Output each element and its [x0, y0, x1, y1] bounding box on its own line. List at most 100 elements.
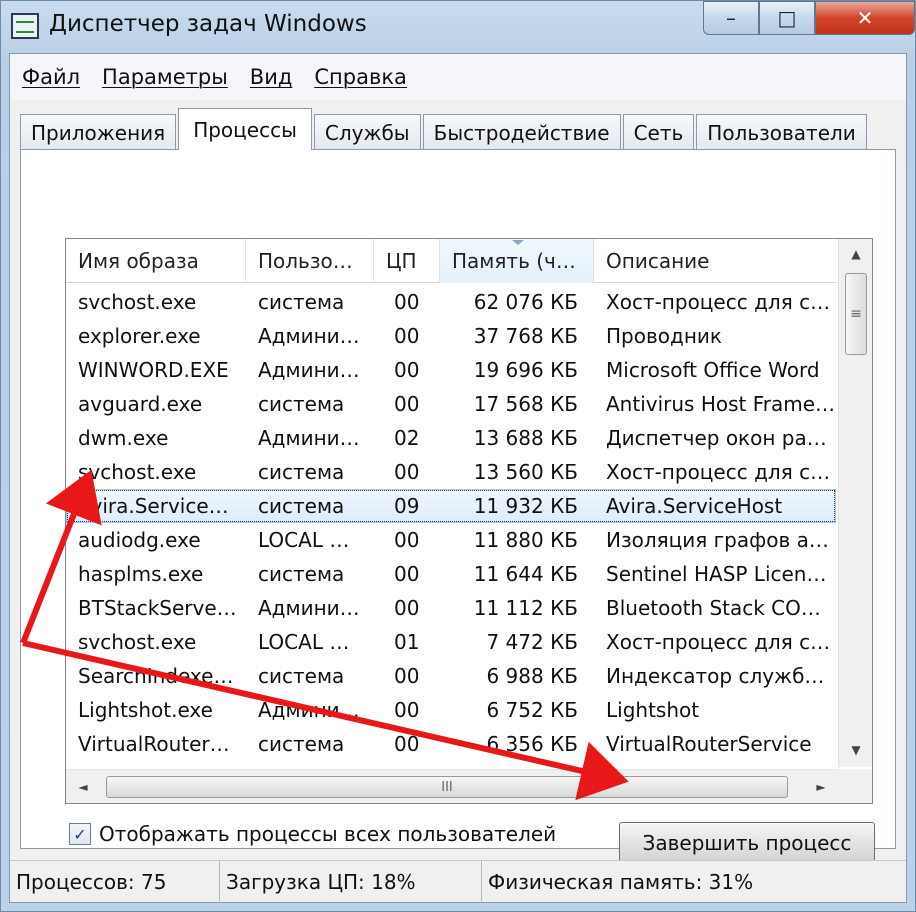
scroll-left-button[interactable]: ◄	[66, 772, 100, 802]
tab-performance[interactable]: Быстродействие	[422, 114, 621, 150]
minimize-icon: –	[726, 6, 736, 30]
horizontal-scroll-thumb[interactable]: III	[106, 776, 788, 798]
column-header-memory[interactable]: Память (ч…	[440, 239, 594, 283]
table-row[interactable]: hasplms.exe система 00 11 644 КБ Sentinel HA…	[66, 557, 836, 591]
column-header-cpu[interactable]: ЦП	[374, 239, 440, 283]
cell-image-name: WINWORD.EXE	[78, 358, 229, 382]
cell-description: Lightshot	[606, 698, 700, 722]
cell-user: система	[258, 460, 345, 484]
cell-user: LOCAL …	[258, 630, 350, 654]
status-cpu-usage: Загрузка ЦП: 18%	[220, 861, 482, 903]
cell-cpu: 00	[394, 698, 420, 722]
column-header-user[interactable]: Пользо…	[246, 239, 374, 283]
cell-user: Админи…	[258, 358, 360, 382]
table-row[interactable]: WINWORD.EXE Админи… 00 19 696 КБ Microsoft O…	[66, 353, 836, 387]
cell-cpu: 00	[394, 460, 420, 484]
minimize-button[interactable]: –	[703, 1, 759, 35]
cell-image-name: svchost.exe	[78, 290, 197, 314]
scroll-right-button[interactable]: ►	[804, 772, 838, 802]
table-row[interactable]: Lightshot.exe Админи… 00 6 752 КБ Lightshot	[66, 693, 836, 727]
vertical-scrollbar[interactable]: ▲ ≡ ▼	[838, 239, 872, 767]
task-manager-app-icon	[11, 13, 39, 39]
table-row[interactable]: SearchIndexe… система 00 6 988 КБ Индексатор…	[66, 659, 836, 693]
cell-user: система	[258, 562, 345, 586]
table-row[interactable]: svchost.exe система 00 62 076 КБ Хост-процес…	[66, 285, 836, 319]
cell-user: система	[258, 392, 345, 416]
caption-buttons: – □ ✕	[703, 1, 915, 35]
cell-description: Хост-процесс для с…	[606, 630, 831, 654]
horizontal-scrollbar[interactable]: ◄ III ►	[66, 769, 838, 803]
column-header-description[interactable]: Описание	[594, 239, 836, 283]
cell-cpu: 09	[394, 494, 420, 518]
title-bar[interactable]: Диспетчер задач Windows – □ ✕	[1, 1, 915, 53]
show-all-users-checkbox[interactable]: ✓	[69, 823, 91, 845]
cell-memory: 11 644 КБ	[473, 562, 578, 586]
cell-cpu: 02	[394, 426, 420, 450]
cell-memory: 13 688 КБ	[473, 426, 578, 450]
show-all-users-label: Отображать процессы всех пользователей	[99, 822, 557, 846]
cell-memory: 6 356 КБ	[486, 732, 578, 756]
cell-memory: 11 932 КБ	[473, 494, 578, 518]
cell-image-name: VirtualRouter…	[78, 732, 230, 756]
cell-image-name: BTStackServe…	[78, 596, 237, 620]
vertical-scroll-thumb[interactable]: ≡	[845, 273, 867, 355]
table-row-selected[interactable]: Avira.Service… система 09 11 932 КБ Avira.Se…	[66, 489, 836, 523]
column-header-image-name[interactable]: Имя образа	[66, 239, 246, 283]
maximize-button[interactable]: □	[759, 1, 815, 35]
tab-network[interactable]: Сеть	[622, 114, 695, 150]
menu-help[interactable]: Справка	[312, 65, 421, 89]
close-button[interactable]: ✕	[815, 1, 915, 35]
tab-services[interactable]: Службы	[313, 114, 421, 150]
table-row[interactable]: BTStackServe… Админи… 00 11 112 КБ Bluetooth…	[66, 591, 836, 625]
cell-description: Проводник	[606, 324, 722, 348]
process-list[interactable]: Имя образа Пользо… ЦП Память (ч… Описани…	[65, 238, 873, 804]
cell-user: Админи…	[258, 426, 360, 450]
cell-cpu: 00	[394, 562, 420, 586]
table-row[interactable]: svchost.exe LOCAL … 01 7 472 КБ Хост-процесс…	[66, 625, 836, 659]
show-all-users-option[interactable]: ✓ Отображать процессы всех пользователей	[69, 822, 556, 846]
cell-cpu: 00	[394, 732, 420, 756]
cell-description: Хост-процесс для с…	[606, 290, 831, 314]
table-row[interactable]: VirtualRouter… система 00 6 356 КБ VirtualRo…	[66, 727, 836, 761]
menu-options[interactable]: Параметры	[100, 65, 242, 89]
menu-view[interactable]: Вид	[248, 65, 307, 89]
cell-cpu: 00	[394, 392, 420, 416]
cell-user: Админи…	[258, 596, 360, 620]
grip-icon: III	[441, 779, 453, 795]
tab-processes[interactable]: Процессы	[178, 108, 312, 150]
cell-memory: 62 076 КБ	[473, 290, 578, 314]
cell-cpu: 01	[394, 630, 420, 654]
cell-image-name: avguard.exe	[78, 392, 203, 416]
menu-file[interactable]: Файл	[20, 65, 94, 89]
table-row[interactable]: dwm.exe Админи… 02 13 688 КБ Диспетчер окон …	[66, 421, 836, 455]
cell-memory: 17 568 КБ	[473, 392, 578, 416]
tab-users[interactable]: Пользователи	[696, 114, 867, 150]
table-row[interactable]: avguard.exe система 00 17 568 КБ Antivirus H…	[66, 387, 836, 421]
table-row[interactable]: svchost.exe система 00 13 560 КБ Хост-процес…	[66, 455, 836, 489]
cell-description: Хост-процесс для с…	[606, 460, 831, 484]
table-row[interactable]: audiodg.exe LOCAL … 00 11 880 КБ Изоляция гр…	[66, 523, 836, 557]
cell-user: система	[258, 732, 345, 756]
cell-memory: 11 112 КБ	[473, 596, 578, 620]
sort-descending-icon	[512, 240, 524, 245]
status-physical-memory: Физическая память: 31%	[488, 870, 754, 894]
end-process-button[interactable]: Завершить процесс	[619, 822, 875, 864]
cell-image-name: SearchIndexe…	[78, 664, 234, 688]
grip-icon: ≡	[850, 306, 862, 322]
scroll-down-button[interactable]: ▼	[839, 735, 872, 765]
cell-image-name: svchost.exe	[78, 460, 197, 484]
cell-description: Avira.ServiceHost	[606, 494, 783, 518]
menu-bar: Файл Параметры Вид Справка	[10, 54, 906, 100]
cell-memory: 19 696 КБ	[473, 358, 578, 382]
tab-applications[interactable]: Приложения	[20, 114, 177, 150]
table-row[interactable]: explorer.exe Админи… 00 37 768 КБ Проводник	[66, 319, 836, 353]
maximize-icon: □	[777, 6, 797, 30]
column-header-memory-label: Память (ч…	[452, 249, 576, 273]
client-area: Файл Параметры Вид Справка Приложения Пр…	[9, 53, 907, 903]
cell-description: Изоляция графов а…	[606, 528, 829, 552]
scroll-up-button[interactable]: ▲	[839, 239, 872, 269]
scrollbar-corner	[838, 769, 872, 803]
cell-image-name: audiodg.exe	[78, 528, 201, 552]
cell-memory: 7 472 КБ	[486, 630, 578, 654]
cell-user: LOCAL …	[258, 528, 350, 552]
